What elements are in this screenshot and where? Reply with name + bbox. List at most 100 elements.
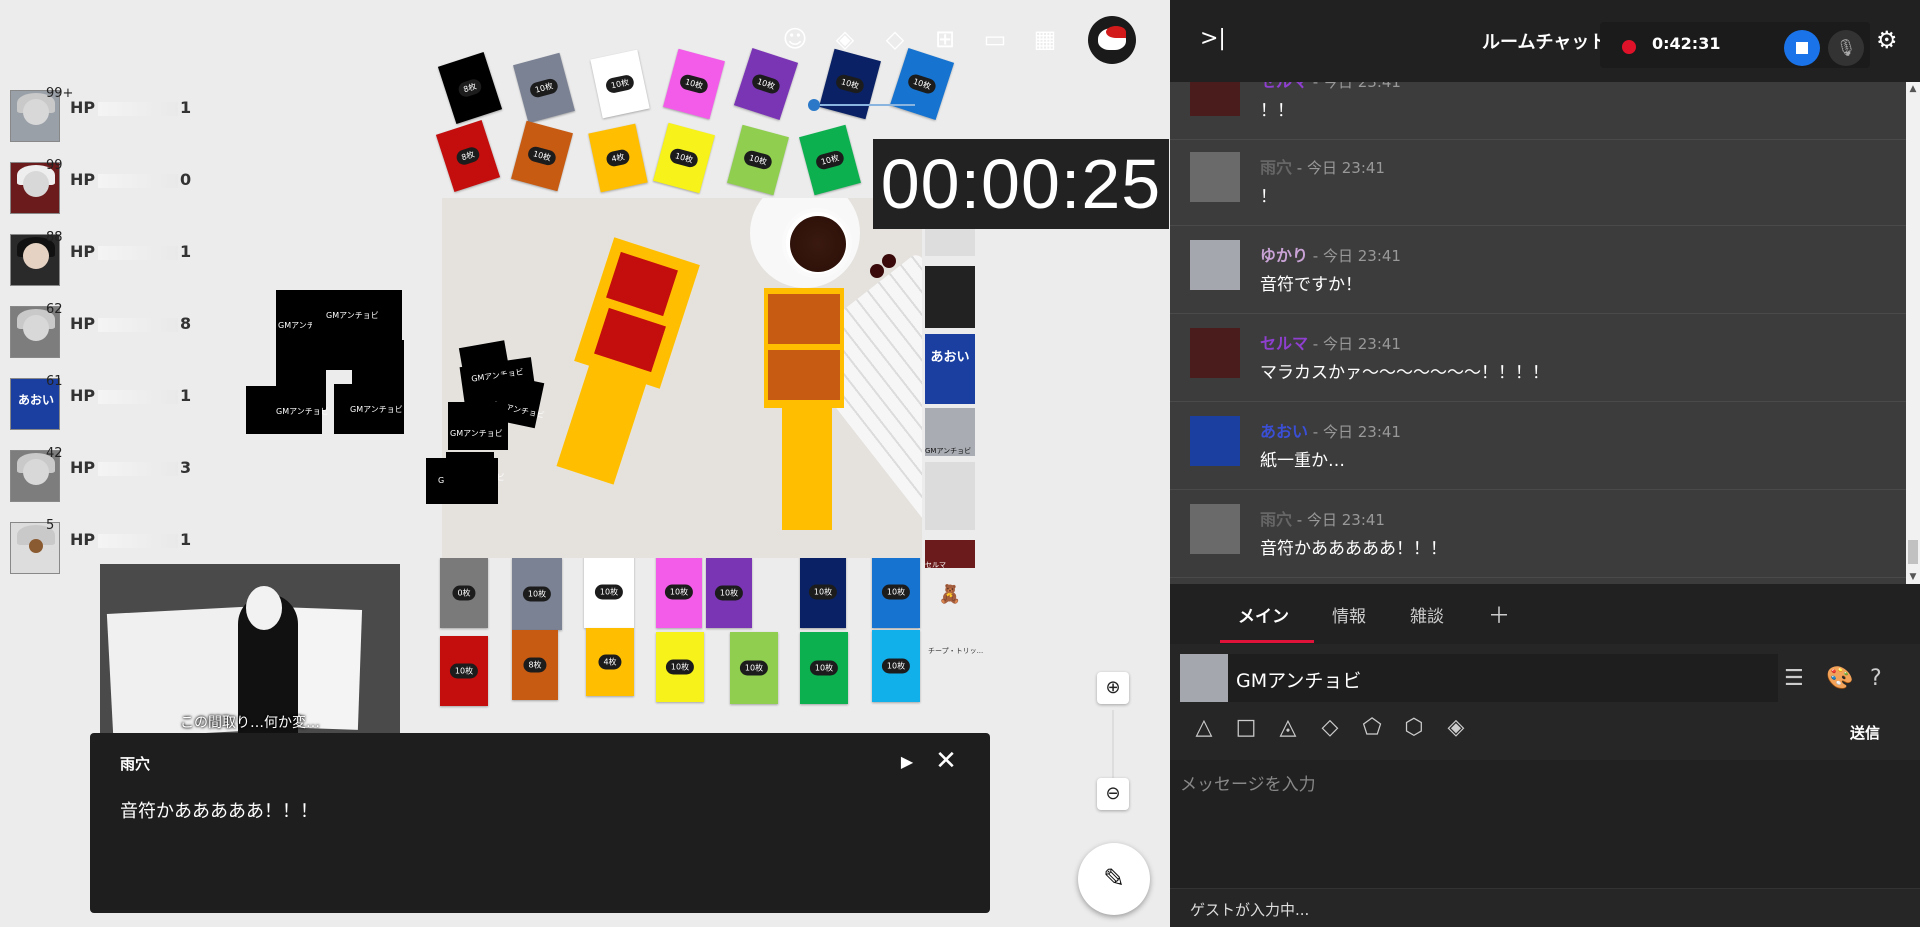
d10-icon[interactable]: ◇ <box>1316 714 1344 742</box>
speaker-select[interactable]: GMアンチョビ <box>1180 654 1778 702</box>
strip-card[interactable] <box>925 228 975 256</box>
character-row[interactable]: 99 HP 0 <box>10 158 210 214</box>
card-deck[interactable]: 10枚 <box>730 632 778 704</box>
card-deck[interactable]: 10枚 <box>440 636 488 706</box>
card-deck[interactable]: 10枚 <box>663 48 725 120</box>
card-deck[interactable]: 10枚 <box>584 556 634 628</box>
card-deck[interactable]: 10枚 <box>511 120 573 192</box>
d100-icon[interactable]: ◈ <box>1442 714 1470 742</box>
strip-card[interactable]: セルマ <box>925 540 975 569</box>
smile-icon[interactable]: ☺ <box>778 22 812 56</box>
card-deck[interactable]: 10枚 <box>872 630 920 702</box>
orange-card[interactable] <box>768 294 840 344</box>
card-deck[interactable]: 10枚 <box>513 52 575 124</box>
d4-icon[interactable]: △ <box>1190 714 1218 742</box>
d8-icon[interactable]: ◬ <box>1274 714 1302 742</box>
message-list[interactable]: セルマ - 今日 23:41 ！！ 雨穴 - 今日 23:41 ！ ゆかり - 今日 2… <box>1170 82 1906 584</box>
card-deck[interactable]: 10枚 <box>799 124 861 196</box>
message-input[interactable] <box>1180 770 1900 870</box>
character-row[interactable]: 42 HP 3 <box>10 446 210 502</box>
gm-piece[interactable]: G <box>426 458 498 504</box>
volume-slider-knob[interactable] <box>808 99 820 111</box>
card-deck[interactable]: 10枚 <box>512 558 562 630</box>
deck-count: 10枚 <box>881 658 911 674</box>
card-deck[interactable]: 10枚 <box>727 124 789 196</box>
character-row[interactable]: 88 HP 1 <box>10 230 210 286</box>
card-deck[interactable]: 10枚 <box>590 49 650 119</box>
character-row[interactable]: あおい 61 HP 1 <box>10 374 210 430</box>
edit-button[interactable]: ✎ <box>1078 843 1150 915</box>
orange-card[interactable] <box>768 350 840 400</box>
strip-card-sign[interactable]: あおい <box>925 334 975 404</box>
scene-icon[interactable]: ▦ <box>1028 22 1062 56</box>
tab-info[interactable]: 情報 <box>1332 602 1366 627</box>
mic-off-icon[interactable]: 🎙 <box>1828 30 1864 66</box>
gm-piece[interactable]: GMアンチョビ <box>334 384 404 434</box>
zoom-slider[interactable] <box>1112 710 1114 780</box>
card-deck[interactable]: 8枚 <box>437 52 503 124</box>
message-text: マラカスかァ〜〜〜〜〜〜〜！！！！ <box>1260 363 1549 383</box>
card-deck[interactable]: 10枚 <box>653 122 715 194</box>
card-deck[interactable]: 10枚 <box>819 48 881 120</box>
deck-count: 10枚 <box>664 584 694 600</box>
list-icon[interactable]: ☰ <box>1784 666 1804 691</box>
close-icon[interactable]: ✕ <box>930 745 962 777</box>
message-author: 雨穴 <box>1260 158 1293 177</box>
card-deck[interactable]: 10枚 <box>889 48 955 120</box>
card-deck[interactable]: 10枚 <box>656 632 704 702</box>
hp-value: 1 <box>180 386 192 405</box>
scroll-down-icon[interactable]: ▼ <box>1906 570 1920 584</box>
gear-icon[interactable]: ⚙ <box>1876 26 1898 54</box>
add-tab-icon[interactable]: ＋ <box>1488 598 1510 630</box>
character-row[interactable]: 62 HP 8 <box>10 302 210 358</box>
card-deck[interactable]: 4枚 <box>586 628 634 696</box>
send-button[interactable]: 送信 <box>1850 722 1880 743</box>
user-avatar-button[interactable] <box>1088 16 1136 64</box>
card-deck[interactable]: 10枚 <box>733 48 799 120</box>
tab-chatter[interactable]: 雑談 <box>1410 602 1444 627</box>
tab-main[interactable]: メイン <box>1238 602 1289 627</box>
deck-count: 10枚 <box>808 584 838 600</box>
typing-status: ゲストが入力中... <box>1170 888 1920 927</box>
strip-card[interactable] <box>925 266 975 328</box>
hp-label: HP <box>70 458 96 477</box>
card-deck[interactable]: 4枚 <box>588 123 648 193</box>
screen-icon[interactable]: ▭ <box>978 22 1012 56</box>
scroll-up-icon[interactable]: ▲ <box>1906 82 1920 96</box>
d12-icon[interactable]: ⬠ <box>1358 714 1386 742</box>
next-icon[interactable]: ▶ <box>892 747 922 777</box>
stop-recording-button[interactable] <box>1784 30 1820 66</box>
yellow-piece[interactable] <box>556 361 648 485</box>
hp-bar <box>98 462 178 476</box>
card-deck[interactable]: 10枚 <box>872 556 920 628</box>
gm-piece[interactable]: GMアンチョビ <box>448 402 508 450</box>
gm-piece[interactable]: GMアンチョビ <box>246 386 329 434</box>
d20-icon[interactable]: ⬡ <box>1400 714 1428 742</box>
video-window[interactable]: この間取り…何か変… <box>100 564 400 734</box>
palette-icon[interactable]: 🎨 <box>1826 666 1853 691</box>
character-row[interactable]: 99+ HP 1 <box>10 86 210 142</box>
yellow-piece[interactable] <box>782 402 832 530</box>
zoom-in-button[interactable]: ⊕ <box>1097 672 1129 704</box>
strip-card[interactable]: GMアンチョビ <box>925 408 975 456</box>
recording-time: 0:42:31 <box>1652 34 1721 53</box>
card-deck[interactable]: 8枚 <box>512 630 558 700</box>
card-deck[interactable]: 10枚 <box>800 632 848 704</box>
card-deck[interactable]: 10枚 <box>656 556 702 628</box>
d6-icon[interactable]: □ <box>1232 714 1260 742</box>
volume-slider-track[interactable] <box>815 104 915 106</box>
card-deck[interactable]: 0枚 <box>440 558 488 628</box>
strip-card[interactable]: 🧸 <box>925 584 975 614</box>
play-area[interactable]: ☺ ◈ ◇ ⊞ ▭ ▦ 99+ HP 1 99 HP 0 88 HP 1 62 HP 8 あおい 61 HP… <box>0 0 1170 927</box>
strip-card[interactable] <box>925 462 975 530</box>
card-deck[interactable]: 8枚 <box>435 120 501 192</box>
card-deck[interactable]: 10枚 <box>800 556 846 628</box>
add-box-icon[interactable]: ⊞ <box>928 22 962 56</box>
message-scrollbar[interactable]: ▲ ▼ <box>1906 82 1920 584</box>
avatar <box>1190 152 1240 202</box>
card-deck[interactable]: 10枚 <box>706 558 752 628</box>
collapse-panel-icon[interactable]: >| <box>1200 26 1226 51</box>
help-icon[interactable]: ? <box>1870 666 1882 691</box>
zoom-out-button[interactable]: ⊖ <box>1097 778 1129 810</box>
deck-count: 10枚 <box>604 73 636 95</box>
